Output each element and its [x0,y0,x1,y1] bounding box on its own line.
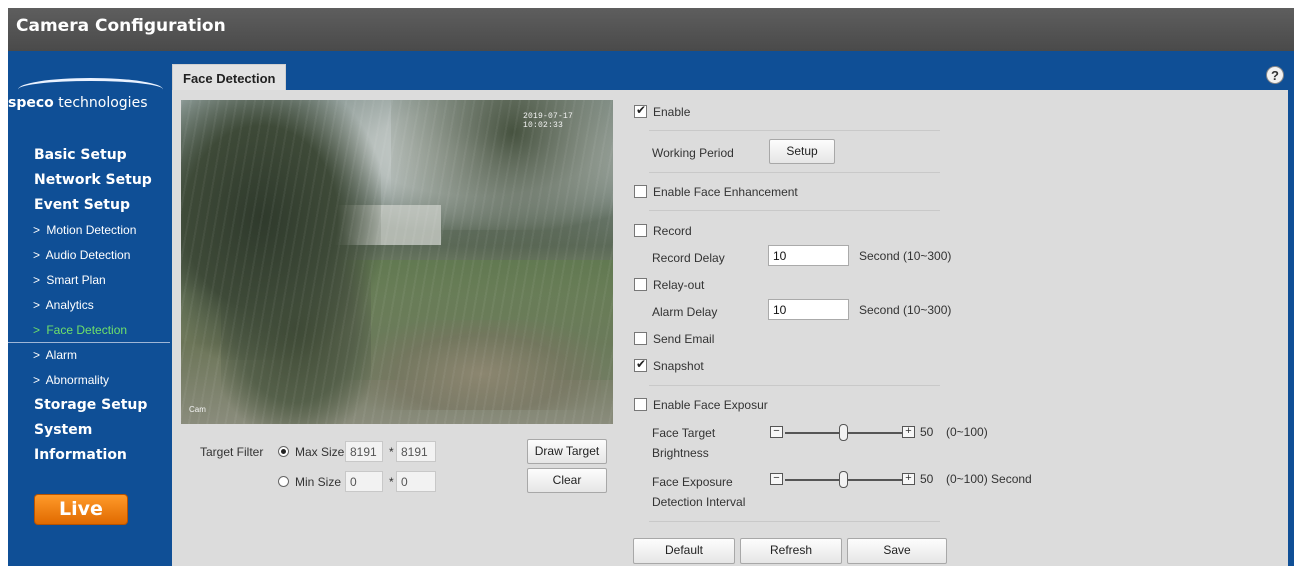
video-preview[interactable]: 2019-07-17 10:02:33 Cam [181,100,613,424]
record-delay-field[interactable]: 10 [768,245,849,266]
refresh-button[interactable]: Refresh [740,538,842,564]
app-title: Camera Configuration [16,16,226,36]
tab-face-detection[interactable]: Face Detection [172,64,286,90]
brand-logo: speco technologies [8,76,164,122]
max-size-radio[interactable] [278,446,289,457]
face-exposure-interval-label-2: Detection Interval [652,495,746,509]
face-enhancement-checkbox[interactable] [634,185,647,198]
title-bar: Camera Configuration [8,8,1294,51]
face-enhancement-label: Enable Face Enhancement [653,185,798,199]
face-exposure-label: Enable Face Exposur [653,398,768,412]
record-delay-unit: Second (10~300) [859,249,952,263]
chevron-right-icon: > [33,373,41,387]
save-button[interactable]: Save [847,538,947,564]
brightness-value: 50 [920,425,934,439]
osd-timestamp: 2019-07-17 10:02:33 [523,112,574,130]
max-size-sep: * [389,445,394,459]
alarm-delay-label: Alarm Delay [652,305,718,319]
nav-smart-plan[interactable]: > Smart Plan [8,268,170,293]
interval-minus-icon[interactable]: − [770,473,783,485]
nav-motion-detection[interactable]: > Motion Detection [8,218,170,243]
nav-information[interactable]: Information [8,443,170,468]
nav-abnormality[interactable]: > Abnormality [8,368,170,393]
nav-network-setup[interactable]: Network Setup [8,168,170,193]
brightness-range: (0~100) [946,425,988,439]
face-exposure-interval-label-1: Face Exposure [652,475,733,489]
target-filter-label: Target Filter [200,445,264,459]
default-button[interactable]: Default [633,538,735,564]
nav-system[interactable]: System [8,418,170,443]
osd-camera-name: Cam [189,405,206,414]
min-size-radio[interactable] [278,476,289,487]
chevron-right-icon: > [33,273,41,287]
interval-value: 50 [920,472,934,486]
face-target-brightness-label-2: Brightness [652,446,709,460]
face-target-brightness-label-1: Face Target [652,426,716,440]
chevron-right-icon: > [33,298,41,312]
chevron-right-icon: > [33,323,41,337]
nav-storage-setup[interactable]: Storage Setup [8,393,170,418]
max-size-label: Max Size [295,445,345,459]
nav-analytics[interactable]: > Analytics [8,293,170,318]
help-icon[interactable]: ? [1266,66,1284,84]
min-size-width-field[interactable]: 0 [345,471,383,492]
sidebar-nav: Basic Setup Network Setup Event Setup > … [8,143,170,468]
draw-target-button[interactable]: Draw Target [527,439,607,464]
brightness-plus-icon[interactable]: + [902,426,915,438]
live-button[interactable]: Live [34,494,128,525]
min-size-label: Min Size [295,475,342,489]
alarm-delay-field[interactable]: 10 [768,299,849,320]
record-delay-label: Record Delay [652,251,725,265]
alarm-delay-unit: Second (10~300) [859,303,952,317]
chevron-right-icon: > [33,248,41,262]
send-email-checkbox[interactable] [634,332,647,345]
snapshot-label: Snapshot [653,359,704,373]
enable-label: Enable [653,105,691,119]
snapshot-checkbox[interactable] [634,357,647,372]
interval-plus-icon[interactable]: + [902,473,915,485]
record-checkbox[interactable] [634,224,647,237]
interval-slider-thumb[interactable] [838,471,848,488]
relay-out-label: Relay-out [653,278,705,292]
min-size-height-field[interactable]: 0 [396,471,436,492]
enable-checkbox[interactable] [634,103,647,118]
working-period-label: Working Period [652,146,734,160]
nav-basic-setup[interactable]: Basic Setup [8,143,170,168]
face-exposure-checkbox[interactable] [634,398,647,411]
logo-swoosh [18,78,163,94]
max-size-width-field[interactable]: 8191 [345,441,383,462]
min-size-sep: * [389,475,394,489]
interval-range: (0~100) Second [946,472,1032,486]
send-email-label: Send Email [653,332,715,346]
nav-alarm[interactable]: > Alarm [8,343,170,368]
logo-text: speco technologies [8,95,148,111]
brightness-minus-icon[interactable]: − [770,426,783,438]
clear-button[interactable]: Clear [527,468,607,493]
nav-audio-detection[interactable]: > Audio Detection [8,243,170,268]
chevron-right-icon: > [33,223,41,237]
max-size-height-field[interactable]: 8191 [396,441,436,462]
nav-event-setup[interactable]: Event Setup [8,193,170,218]
working-period-setup-button[interactable]: Setup [769,139,835,164]
chevron-right-icon: > [33,348,41,362]
nav-face-detection[interactable]: > Face Detection [8,318,170,343]
record-label: Record [653,224,692,238]
relay-out-checkbox[interactable] [634,278,647,291]
brightness-slider-thumb[interactable] [838,424,848,441]
